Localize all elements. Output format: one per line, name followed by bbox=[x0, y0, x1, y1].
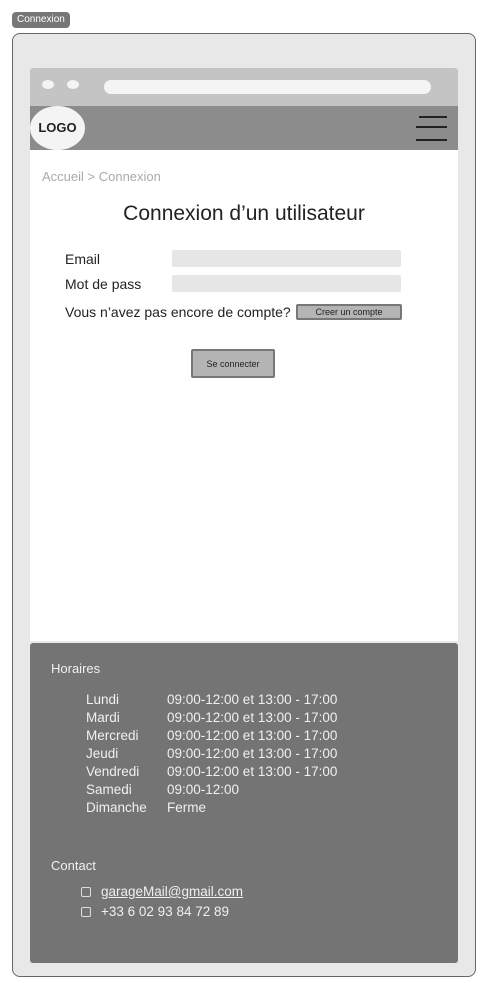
hours-row: Lundi 09:00-12:00 et 13:00 - 17:00 bbox=[86, 691, 337, 709]
hours-day: Vendredi bbox=[86, 764, 140, 779]
email-label: Email bbox=[65, 251, 101, 267]
login-button[interactable]: Se connecter bbox=[191, 349, 275, 378]
hours-time: 09:00-12:00 bbox=[167, 782, 240, 797]
page-title: Connexion d’un utilisateur bbox=[123, 202, 365, 225]
hours-title: Horaires bbox=[51, 661, 101, 676]
hours-row: Mercredi 09:00-12:00 et 13:00 - 17:00 bbox=[86, 727, 337, 745]
password-label: Mot de pass bbox=[65, 276, 142, 292]
hours-row: Jeudi 09:00-12:00 et 13:00 - 17:00 bbox=[86, 745, 337, 763]
email-link[interactable]: garageMail@gmail.com bbox=[101, 883, 243, 901]
password-input[interactable] bbox=[172, 275, 401, 292]
hours-time: Ferme bbox=[167, 800, 207, 815]
logo[interactable]: LOGO bbox=[30, 106, 85, 150]
email-icon bbox=[81, 887, 91, 897]
hours-day: Samedi bbox=[86, 782, 132, 797]
no-account-text: Vous n’avez pas encore de compte? bbox=[65, 304, 291, 320]
phone-number: +33 6 02 93 84 72 89 bbox=[101, 904, 229, 919]
hours-time: 09:00-12:00 et 13:00 - 17:00 bbox=[167, 728, 338, 743]
address-bar[interactable] bbox=[104, 80, 431, 94]
phone-icon bbox=[81, 907, 91, 917]
frame-label: Connexion bbox=[12, 12, 70, 28]
hours-day: Lundi bbox=[86, 692, 120, 707]
create-account-button[interactable]: Creer un compte bbox=[296, 304, 402, 320]
hours-row: Dimanche Ferme bbox=[86, 799, 337, 817]
hours-row: Mardi 09:00-12:00 et 13:00 - 17:00 bbox=[86, 709, 337, 727]
hours-day: Dimanche bbox=[86, 800, 147, 815]
hours-day: Mardi bbox=[86, 710, 120, 725]
contact-title: Contact bbox=[51, 858, 96, 873]
hours-time: 09:00-12:00 et 13:00 - 17:00 bbox=[167, 746, 338, 761]
hours-row: Samedi 09:00-12:00 bbox=[86, 781, 337, 799]
window-dot-icon bbox=[67, 80, 79, 89]
window-dot-icon bbox=[42, 80, 54, 89]
hours-time: 09:00-12:00 et 13:00 - 17:00 bbox=[167, 692, 338, 707]
hours-day: Mercredi bbox=[86, 728, 139, 743]
hours-time: 09:00-12:00 et 13:00 - 17:00 bbox=[167, 764, 338, 779]
hours-table: Lundi 09:00-12:00 et 13:00 - 17:00 Mardi 09… bbox=[86, 691, 337, 817]
breadcrumb[interactable]: Accueil > Connexion bbox=[42, 169, 161, 184]
hours-day: Jeudi bbox=[86, 746, 119, 761]
hours-time: 09:00-12:00 et 13:00 - 17:00 bbox=[167, 710, 338, 725]
navbar bbox=[30, 106, 458, 150]
hours-row: Vendredi 09:00-12:00 et 13:00 - 17:00 bbox=[86, 763, 337, 781]
email-input[interactable] bbox=[172, 250, 401, 267]
